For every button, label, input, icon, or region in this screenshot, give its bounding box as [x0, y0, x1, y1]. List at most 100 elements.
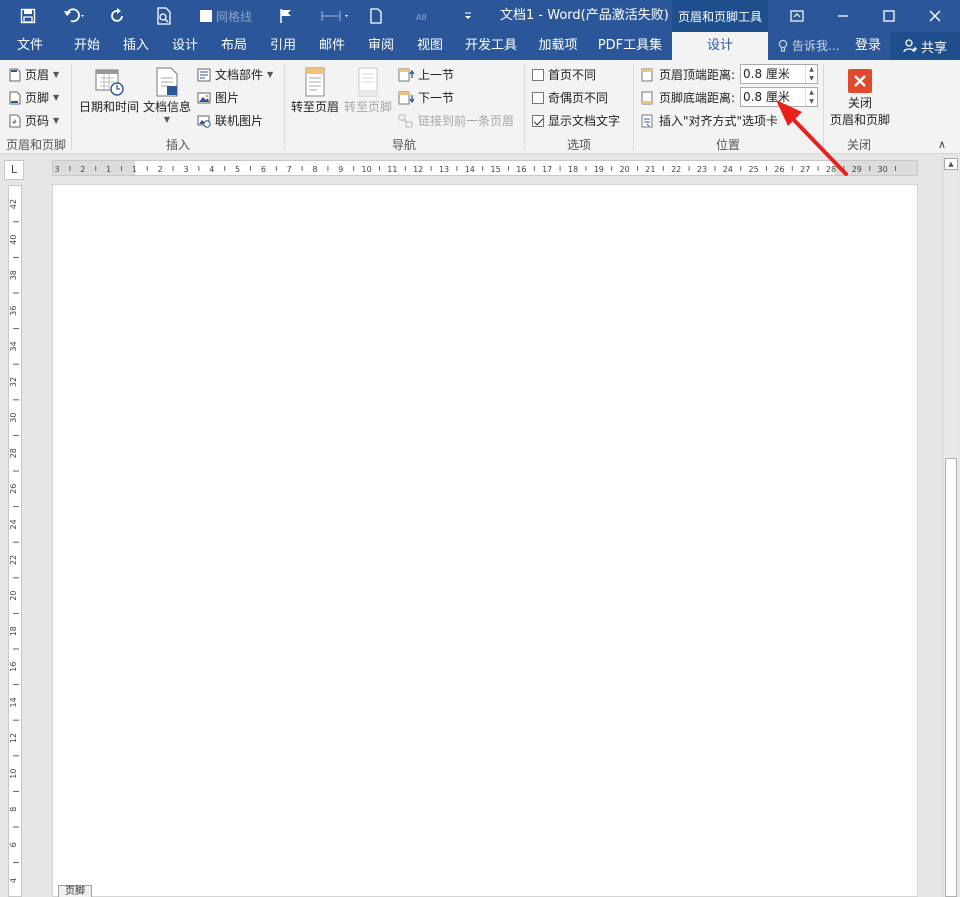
tab-layout[interactable]: 布局: [213, 32, 255, 60]
ruler-label: 19: [594, 165, 604, 174]
header-button[interactable]: 页眉 ▼: [9, 66, 59, 83]
tab-file[interactable]: 文件: [8, 32, 52, 60]
tab-pdf-tools[interactable]: PDF工具集: [594, 32, 666, 60]
tab-header-footer-design[interactable]: 设计: [672, 32, 768, 60]
page-number-icon: #: [9, 114, 21, 127]
show-document-text-option[interactable]: 显示文档文字: [532, 112, 620, 129]
ruler-label: 22: [671, 165, 681, 174]
vertical-scrollbar[interactable]: ▲: [942, 156, 958, 897]
ruler-label: 4: [9, 878, 18, 883]
ruler-label: 23: [697, 165, 707, 174]
ruler-label: 17: [542, 165, 552, 174]
tab-home[interactable]: 开始: [66, 32, 108, 60]
undo-icon[interactable]: [60, 0, 90, 32]
ruler-label: 28: [826, 165, 836, 174]
goto-footer-button[interactable]: 转至页脚: [342, 66, 394, 115]
group-separator: [284, 64, 285, 150]
footer-distance-field[interactable]: 0.8 厘米 ▲ ▼: [740, 87, 818, 107]
different-first-page-checkbox[interactable]: [532, 68, 544, 81]
show-document-text-checkbox[interactable]: [532, 114, 544, 127]
ruler-label: 18: [9, 626, 18, 636]
ribbon-display-icon[interactable]: [774, 0, 820, 32]
tab-selector[interactable]: L: [4, 160, 24, 180]
tab-developer[interactable]: 开发工具: [460, 32, 522, 60]
tab-view[interactable]: 视图: [409, 32, 451, 60]
group-separator: [823, 64, 824, 150]
close-icon[interactable]: [912, 0, 958, 32]
scroll-up-icon[interactable]: ▲: [944, 158, 958, 170]
quick-parts-label: 文档部件: [215, 68, 264, 82]
picture-icon: [197, 92, 211, 103]
group-separator: [524, 64, 525, 150]
share-button[interactable]: 共享: [890, 32, 960, 60]
tab-review[interactable]: 审阅: [360, 32, 402, 60]
flag-icon[interactable]: [276, 0, 296, 32]
date-time-button[interactable]: 日期和时间: [78, 66, 140, 115]
different-odd-even-checkbox[interactable]: [532, 91, 544, 104]
goto-header-button[interactable]: 转至页眉: [289, 66, 341, 115]
save-icon[interactable]: [18, 0, 38, 32]
print-preview-icon[interactable]: [154, 0, 174, 32]
previous-section-icon: [398, 68, 414, 81]
vertical-ruler[interactable]: 42 40 38 36 34 32 30 28 26 24 22 20 18 16 14 12 10 8 6 4: [8, 185, 22, 897]
next-section-button[interactable]: 下一节: [398, 89, 454, 106]
gridlines-box[interactable]: [200, 10, 212, 22]
tab-addins[interactable]: 加载项: [532, 32, 584, 60]
header-distance-icon: [641, 68, 653, 81]
quick-parts-button[interactable]: 文档部件 ▼: [197, 66, 273, 83]
tab-references[interactable]: 引用: [262, 32, 304, 60]
ruler-label: 15: [491, 165, 501, 174]
ruler-label: 8: [312, 165, 317, 174]
new-doc-icon[interactable]: [366, 0, 386, 32]
ruler-label: 6: [261, 165, 266, 174]
document-page[interactable]: [52, 184, 918, 897]
link-to-previous-label: 链接到前一条页眉: [418, 114, 515, 128]
goto-header-label: 转至页眉: [290, 100, 339, 114]
date-time-label: 日期和时间: [78, 100, 139, 114]
ruler-icon[interactable]: [318, 0, 352, 32]
link-to-previous-button[interactable]: 链接到前一条页眉: [398, 112, 514, 129]
footer-label: 页脚: [25, 91, 50, 105]
font-icon[interactable]: AB: [412, 0, 436, 32]
page-number-button[interactable]: # 页码 ▼: [9, 112, 59, 129]
document-info-button[interactable]: 文档信息 ▼: [141, 66, 193, 124]
header-icon: [9, 68, 21, 81]
footer-icon: [9, 91, 21, 104]
document-info-label: 文档信息: [142, 100, 191, 114]
close-header-footer-button[interactable]: 关闭 页眉和页脚: [826, 68, 894, 128]
redo-icon[interactable]: [108, 0, 128, 32]
minimize-icon[interactable]: [820, 0, 866, 32]
header-label: 页眉: [25, 68, 50, 82]
ruler-label: 1: [132, 165, 137, 174]
different-odd-even-option[interactable]: 奇偶页不同: [532, 89, 608, 106]
footer-button[interactable]: 页脚 ▼: [9, 89, 59, 106]
tab-mailings[interactable]: 邮件: [311, 32, 353, 60]
online-picture-button[interactable]: 联机图片: [197, 112, 263, 129]
header-distance-label: 页眉顶端距离:: [659, 68, 736, 82]
maximize-icon[interactable]: [866, 0, 912, 32]
customize-icon[interactable]: [460, 0, 476, 32]
horizontal-ruler[interactable]: 3 2 1 1 2 3 4 5 6 7 8 9 10 11 12 13 14 15 16 17 18 19 20 21 22 23…: [52, 160, 918, 176]
picture-button[interactable]: 图片: [197, 89, 239, 106]
tell-me-box[interactable]: 告诉我...: [778, 32, 839, 60]
footer-distance-spinner[interactable]: ▲ ▼: [805, 88, 817, 106]
goto-footer-label: 转至页脚: [343, 100, 392, 114]
ruler-label: 4: [209, 165, 214, 174]
header-distance-field[interactable]: 0.8 厘米 ▲ ▼: [740, 64, 818, 84]
group-label-header-footer: 页眉和页脚: [6, 138, 67, 152]
ruler-label: 38: [9, 270, 18, 280]
gridlines-checkbox[interactable]: 网格线: [200, 7, 252, 25]
group-label-position: 位置: [716, 138, 741, 152]
login-link[interactable]: 登录: [855, 32, 881, 60]
scroll-thumb[interactable]: [945, 458, 957, 897]
tab-design[interactable]: 设计: [164, 32, 206, 60]
tab-insert[interactable]: 插入: [115, 32, 157, 60]
lightbulb-icon: [778, 39, 788, 52]
previous-section-button[interactable]: 上一节: [398, 66, 454, 83]
group-label-insert: 插入: [166, 138, 191, 152]
header-distance-spinner[interactable]: ▲ ▼: [805, 65, 817, 83]
collapse-ribbon-icon[interactable]: ∧: [938, 138, 946, 151]
ruler-label: 11: [387, 165, 397, 174]
different-first-page-option[interactable]: 首页不同: [532, 66, 596, 83]
insert-alignment-tab-button[interactable]: 插入"对齐方式"选项卡: [641, 112, 778, 129]
